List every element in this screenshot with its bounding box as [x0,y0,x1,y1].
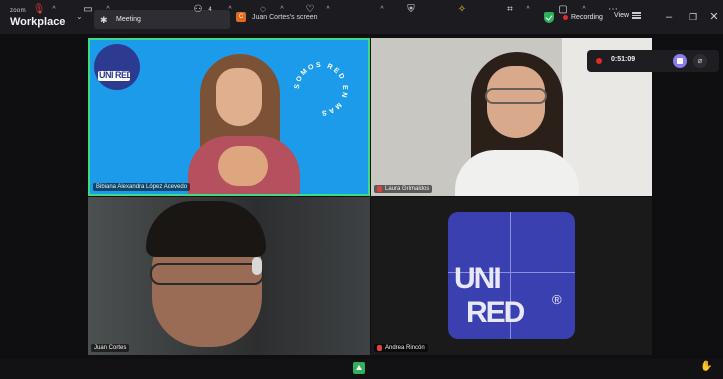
participant-name-tag: Andrea Rincón [374,344,428,352]
participant-name: Juan Cortes [94,345,127,351]
participants-count: 4 [208,7,212,13]
chevron-up-icon[interactable]: ^ [580,3,588,17]
unired-line1: UNI [454,262,502,295]
chevron-up-icon[interactable]: ^ [524,3,532,17]
video-tile-3[interactable]: Juan Cortes [88,197,370,355]
participants-icon[interactable]: ⚇ [191,3,205,17]
mic-muted-button[interactable]: 🎙 [32,3,46,17]
restore-icon[interactable]: ❐ [686,10,700,24]
video-camera-icon[interactable]: ▭ [80,3,96,17]
video-tile-1[interactable]: UNI RED SOMOS RED EN MAS Bibiana Alexand… [88,38,370,196]
recording-widget: 0:51:09 ⌀ [587,50,719,72]
stop-recording-button[interactable] [673,54,687,68]
share-screen-button[interactable] [353,362,365,374]
unired-avatar: UNI RED ® [448,212,575,339]
face [216,68,262,126]
whiteboard-icon[interactable]: ▢ [556,3,570,17]
somos-red-ring: SOMOS RED EN MAS [294,62,348,116]
participant-name: Andrea Rincón [385,345,425,351]
unired-logo-text: UNI RED [99,70,133,80]
video-tile-4[interactable]: UNI RED ® Andrea Rincón [371,197,652,355]
glasses [150,263,264,285]
ring-text: SOMOS RED EN MAS [294,62,346,116]
brand-name: Workplace [10,16,66,28]
svg-text:SOMOS RED EN MAS: SOMOS RED EN MAS [294,62,348,116]
reactions-heart-icon[interactable]: ♡ [303,3,317,17]
participant-name-tag: Juan Cortes [91,344,130,352]
earbud [252,257,262,275]
chevron-up-icon[interactable]: ^ [50,3,58,17]
glasses [485,88,547,104]
mic-off-icon[interactable]: ⌀ [693,54,707,68]
chevron-up-icon[interactable]: ^ [104,3,112,17]
security-icon[interactable]: ⛨ [404,3,418,17]
chat-icon[interactable]: ◌ [256,3,270,17]
tab-meeting-label: Meeting [116,16,141,23]
participant-name-tag: Laura Grimaldos [374,185,433,193]
unired-line2: RED [466,296,525,329]
mic-muted-icon [377,345,382,351]
chevron-up-icon[interactable]: ^ [324,3,332,17]
view-grid-icon [632,12,642,19]
participant-name: Bibiana Alexandra López Acevedo [96,184,188,190]
chevron-up-icon[interactable]: ^ [278,3,286,17]
chevron-up-icon[interactable]: ^ [226,3,234,17]
registered-mark: ® [552,292,562,307]
ai-companion-sparkle-icon[interactable]: ✧ [455,3,469,17]
security-shield-icon[interactable] [544,12,554,23]
participant-video [188,54,300,194]
mic-muted-icon [377,186,382,192]
recording-dot-icon [596,58,602,64]
more-options-icon[interactable]: ⋯ [606,3,620,17]
unired-logo: UNI RED [94,44,140,90]
participant-name-tag: Bibiana Alexandra López Acevedo [93,183,191,191]
raise-hand-icon[interactable]: ✋ [700,361,712,372]
body [188,136,300,194]
screen-share-icon: C [236,12,246,22]
chevron-up-icon[interactable]: ^ [378,3,386,17]
minimize-icon[interactable]: – [662,10,676,24]
body [455,150,579,196]
breakout-rooms-icon[interactable]: ⌗ [503,3,517,17]
participant-name: Laura Grimaldos [385,186,430,192]
close-icon[interactable]: ✕ [707,10,721,24]
recording-time: 0:51:09 [611,56,636,63]
